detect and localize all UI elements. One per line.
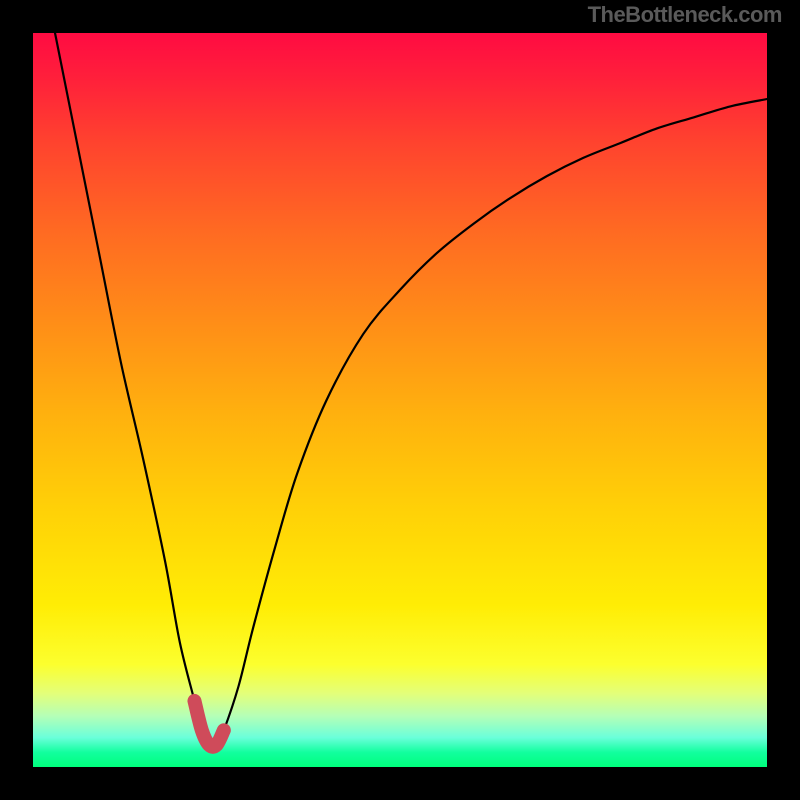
- chart-frame: TheBottleneck.com: [0, 0, 800, 800]
- watermark-text: TheBottleneck.com: [588, 2, 782, 28]
- highlighted-minimum-marker: [194, 701, 223, 747]
- chart-svg: [33, 33, 767, 767]
- bottleneck-curve: [55, 33, 767, 747]
- plot-area: [33, 33, 767, 767]
